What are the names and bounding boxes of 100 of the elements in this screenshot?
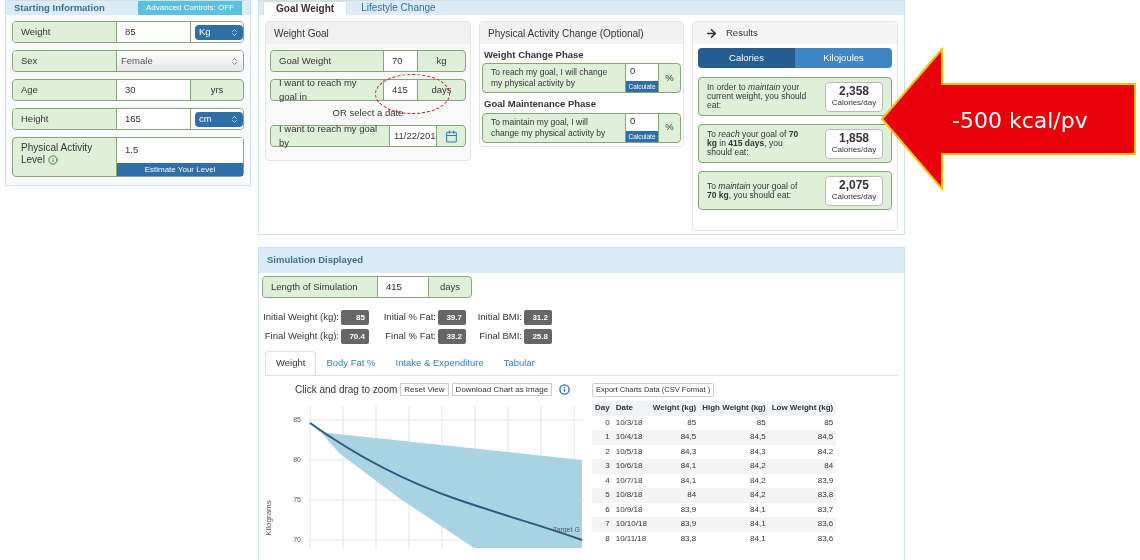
chart-button[interactable]: Download Chart as Image (451, 383, 553, 396)
table-cell: 84,1 (699, 531, 769, 547)
table-cell: 85 (649, 415, 700, 431)
panel-title: Simulation Displayed (267, 253, 364, 268)
table-cell: 84 (649, 488, 700, 503)
unit-label: kg (435, 53, 448, 68)
input-field[interactable]: 0 (626, 64, 658, 82)
estimate-button[interactable]: Estimate Your Level (117, 163, 243, 176)
unit-label: days (438, 279, 462, 294)
table-cell: 10/4/18 (612, 430, 650, 445)
table-cell: 2 (592, 444, 613, 460)
table-cell: 84,1 (649, 459, 700, 474)
table-cell: 10/11/18 (612, 531, 650, 547)
info-icon[interactable] (559, 384, 571, 395)
field-label: To reach my goal, I will change my physical activity by (490, 66, 609, 91)
input-field[interactable]: 415 (377, 277, 429, 297)
chart-tab[interactable]: Tabular (493, 351, 545, 375)
table-cell: 84,2 (699, 488, 769, 503)
table-cell: 84,1 (649, 473, 700, 489)
stat-label: Initial Weight (kg): (263, 310, 339, 325)
updown-icon (230, 114, 239, 124)
table-cell: 84,2 (699, 473, 769, 489)
input-field[interactable]: 165 (116, 109, 191, 129)
zoom-hint: Click and drag to zoom (295, 383, 398, 397)
table-cell: 3 (592, 459, 613, 474)
chart-button[interactable]: Reset View (400, 383, 449, 396)
table-cell: 83,9 (649, 517, 700, 532)
table-cell: 10/7/18 (612, 473, 650, 489)
unit-label: days (430, 82, 453, 97)
result-value: 1,858 Calories/day (825, 128, 883, 159)
stat-value: 85 (341, 310, 369, 325)
table-cell: 84,3 (699, 444, 769, 460)
panel-title: Starting Information (14, 0, 105, 15)
input-field[interactable]: 0 (626, 113, 658, 131)
table-cell: 84,1 (699, 517, 769, 532)
table-cell: 84,5 (699, 430, 769, 445)
goal-tab[interactable]: Lifestyle Change (349, 1, 448, 15)
table-cell: 83,7 (768, 502, 837, 518)
table-cell: 84,2 (699, 459, 769, 474)
result-text: To maintain your goal of 70 kg, you should eat: (707, 181, 799, 200)
table-cell: 84,5 (768, 430, 837, 445)
unit-label: yrs (209, 82, 225, 97)
table-cell: 84 (768, 459, 837, 474)
input-field[interactable]: 415 (383, 80, 418, 100)
unit-tab[interactable]: Kilojoules (795, 48, 892, 68)
table-cell: 6 (592, 502, 613, 518)
result-text: To reach your goal of 70 kg in 415 days, you should eat: (707, 130, 800, 157)
table-cell: 1 (592, 430, 613, 445)
select-field[interactable]: Female (116, 51, 243, 71)
updown-icon (230, 27, 239, 37)
table-cell: 83,9 (768, 473, 837, 489)
card-title: Physical Activity Change (Optional) (488, 26, 644, 41)
stat-label: Final BMI: (479, 329, 522, 344)
stat-label: Final Weight (kg): (264, 329, 339, 344)
table-cell: 4 (592, 473, 613, 489)
unit-select[interactable]: cm (195, 111, 243, 127)
input-field[interactable]: 85 (116, 22, 191, 42)
field-label: Physical Activity Level (20, 141, 94, 168)
annotation-text: -500 kcal/pv (952, 107, 1088, 135)
input-field[interactable]: 70 (383, 51, 418, 71)
y-axis-label: Kilograms (264, 500, 273, 536)
table-cell: 83,6 (768, 531, 837, 547)
table-cell: 84,2 (768, 444, 837, 460)
chart-tab[interactable]: Intake & Expenditure (385, 351, 494, 375)
stat-label: Final % Fat: (385, 329, 436, 344)
unit-label: % (664, 120, 675, 135)
table-cell: 10/6/18 (612, 459, 650, 474)
phase-title: Weight Change Phase (483, 48, 585, 62)
unit-tab[interactable]: Calories (698, 48, 795, 68)
info-icon[interactable] (47, 155, 58, 166)
card-title: Results (726, 25, 758, 40)
table-cell: 8 (592, 531, 613, 547)
stat-value: 70.4 (341, 329, 369, 344)
date-field[interactable]: 11/22/201 (389, 126, 437, 147)
table-cell: 85 (768, 415, 837, 431)
table-cell: 83,9 (649, 502, 700, 518)
table-cell: 84,1 (699, 502, 769, 518)
input-field[interactable]: 30 (116, 80, 191, 100)
table-cell: 83,8 (649, 531, 700, 547)
table-cell: 10/8/18 (612, 488, 650, 503)
calendar-icon[interactable] (444, 129, 458, 143)
goal-tab[interactable]: Goal Weight (263, 1, 348, 15)
stat-label: Initial BMI: (477, 310, 522, 325)
chart-tab[interactable]: Weight (265, 351, 317, 375)
table-cell: 83,6 (768, 517, 837, 532)
result-text: In order to maintain your current weight, you should eat: (707, 83, 807, 110)
column-header: Low Weight (kg) (768, 400, 837, 416)
table-cell: 10/3/18 (612, 415, 650, 431)
chart-tab[interactable]: Body Fat % (316, 351, 386, 375)
input-field[interactable]: 1.5 (117, 138, 243, 163)
table-cell: 7 (592, 517, 613, 532)
column-header: Date (612, 400, 650, 416)
unit-select[interactable]: Kg (195, 24, 243, 40)
table-cell: 5 (592, 488, 613, 503)
table-cell: 83,8 (768, 488, 837, 503)
stat-value: 39.7 (438, 310, 466, 325)
stat-label: Initial % Fat: (383, 310, 436, 325)
column-header: Day (592, 400, 613, 416)
updown-icon (230, 56, 239, 66)
column-header: Weight (kg) (649, 400, 700, 416)
